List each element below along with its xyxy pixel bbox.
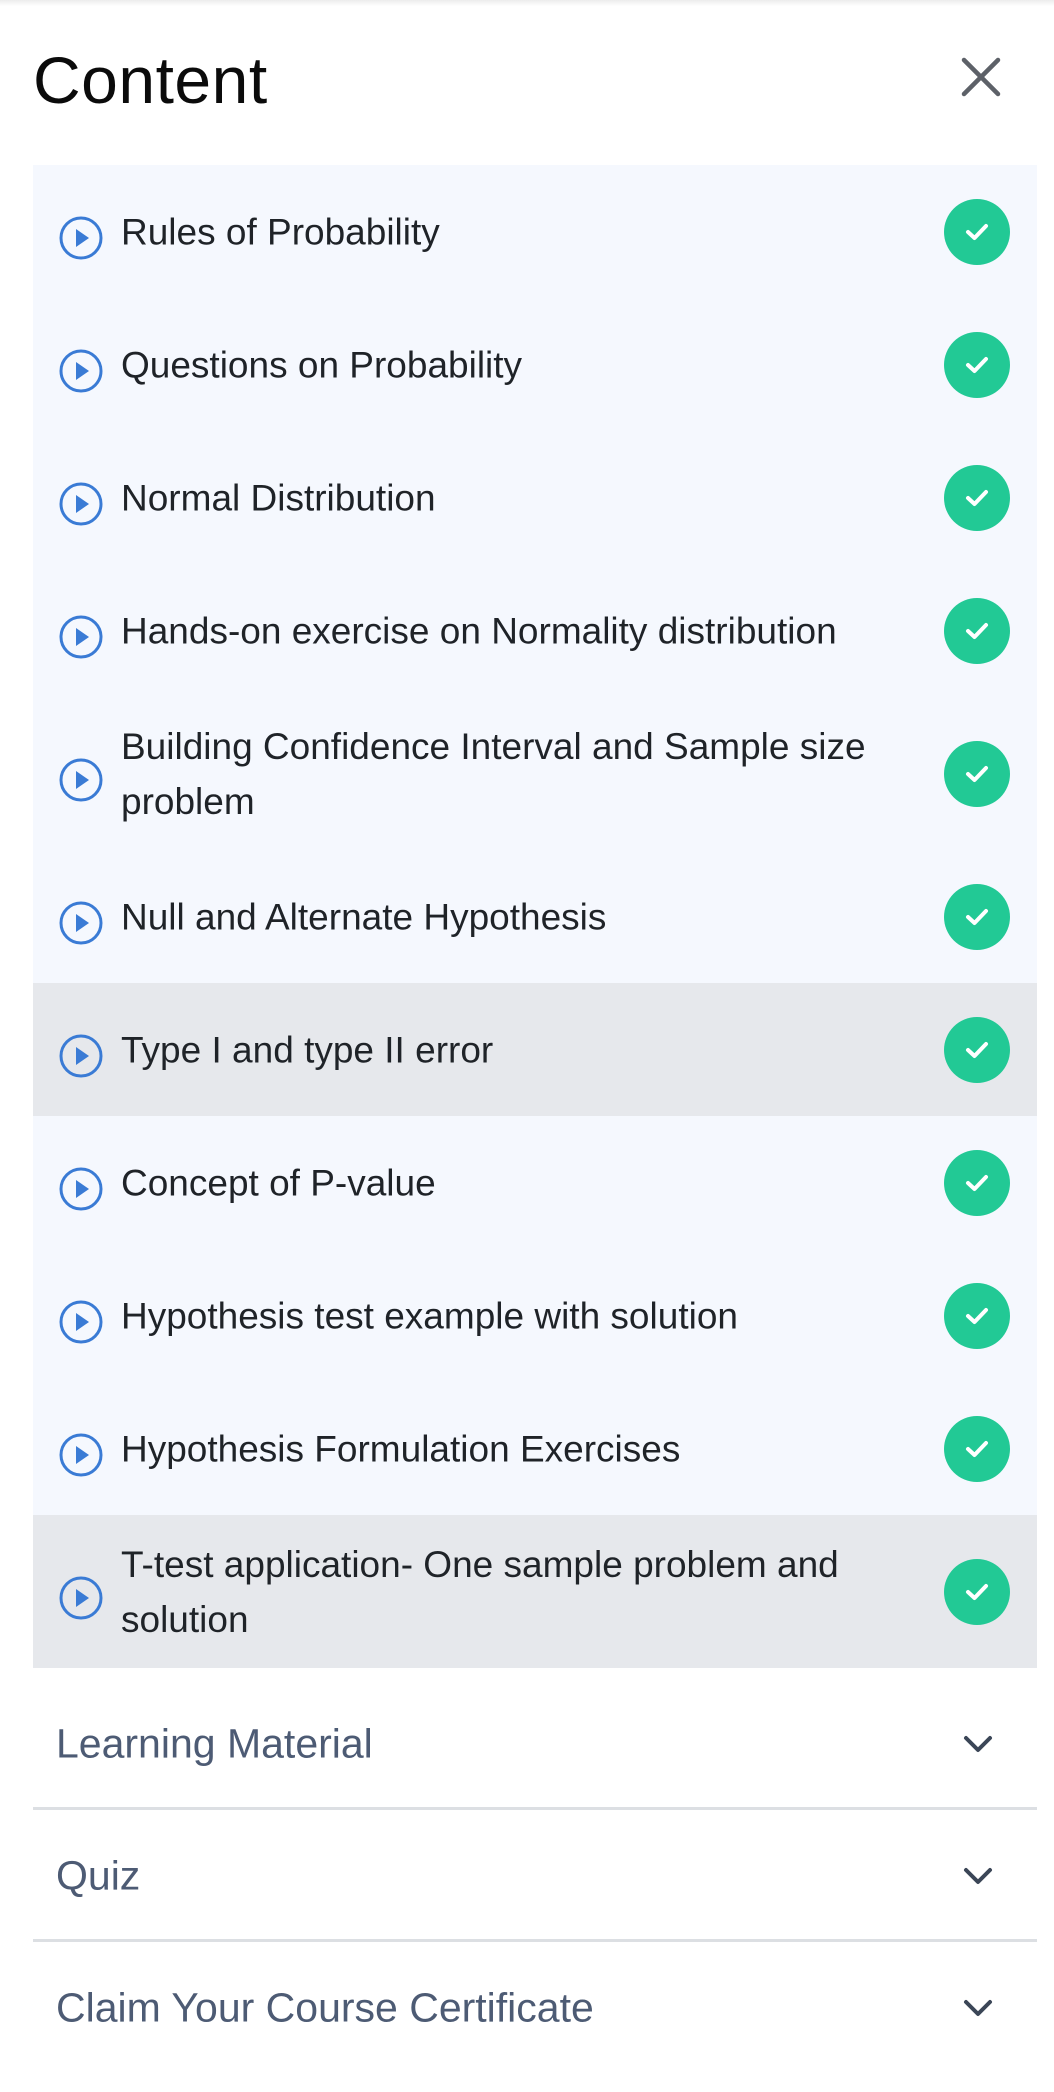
lesson-label: Concept of P-value <box>121 1162 436 1203</box>
lesson-label: Null and Alternate Hypothesis <box>121 896 607 937</box>
play-circle-icon <box>59 1433 103 1476</box>
lesson-label: Hands-on exercise on Normality distribut… <box>121 610 837 651</box>
play-circle-icon <box>59 1576 103 1619</box>
lesson-item[interactable]: Concept of P-value <box>33 1116 1037 1249</box>
lesson-item[interactable]: Normal Distribution <box>33 431 1037 564</box>
play-circle-icon <box>59 349 103 392</box>
check-circle-icon <box>944 1282 1010 1349</box>
lesson-label: T-test application- One sample problem a… <box>121 1543 839 1640</box>
check-circle-icon <box>944 198 1010 265</box>
section-quiz[interactable]: Quiz <box>33 1810 1037 1942</box>
section-label: Quiz <box>56 1852 141 1899</box>
close-button[interactable] <box>950 46 1012 108</box>
close-icon <box>961 57 1001 97</box>
check-circle-icon <box>944 331 1010 398</box>
check-circle-icon <box>944 1016 1010 1083</box>
lesson-item[interactable]: Hypothesis Formulation Exercises <box>33 1382 1037 1515</box>
check-circle-icon <box>944 1558 1010 1625</box>
content-header: Content <box>0 0 1054 165</box>
check-circle-icon <box>944 1149 1010 1216</box>
lesson-label: Type I and type II error <box>121 1029 494 1070</box>
lesson-list: Rules of Probability Questions on Probab… <box>33 165 1037 1668</box>
check-circle-icon <box>944 740 1010 807</box>
section-learning-material[interactable]: Learning Material <box>33 1678 1037 1810</box>
lesson-item[interactable]: T-test application- One sample problem a… <box>33 1515 1037 1668</box>
chevron-down-icon <box>964 2000 992 2016</box>
lesson-item[interactable]: Questions on Probability <box>33 298 1037 431</box>
section-label: Claim Your Course Certificate <box>56 1984 594 2031</box>
lesson-item[interactable]: Rules of Probability <box>33 165 1037 298</box>
chevron-down-icon <box>964 1868 992 1884</box>
play-circle-icon <box>59 1300 103 1343</box>
chevron-down-icon <box>964 1736 992 1752</box>
check-circle-icon <box>944 597 1010 664</box>
lesson-item[interactable]: Hypothesis test example with solution <box>33 1249 1037 1382</box>
lesson-label: Building Confidence Interval and Sample … <box>121 725 866 822</box>
lesson-label: Hypothesis Formulation Exercises <box>121 1428 681 1469</box>
page-title: Content <box>33 43 268 117</box>
play-circle-icon <box>59 901 103 944</box>
section-label: Learning Material <box>56 1720 373 1767</box>
check-circle-icon <box>944 1415 1010 1482</box>
lesson-item[interactable]: Hands-on exercise on Normality distribut… <box>33 564 1037 697</box>
play-circle-icon <box>59 482 103 525</box>
lesson-item[interactable]: Building Confidence Interval and Sample … <box>33 697 1037 850</box>
lesson-item[interactable]: Type I and type II error <box>33 983 1037 1116</box>
lesson-label: Rules of Probability <box>121 211 440 252</box>
play-circle-icon <box>59 216 103 259</box>
play-circle-icon <box>59 1167 103 1210</box>
play-circle-icon <box>59 1034 103 1077</box>
check-circle-icon <box>944 883 1010 950</box>
play-circle-icon <box>59 615 103 658</box>
play-circle-icon <box>59 758 103 801</box>
lesson-label: Questions on Probability <box>121 344 523 385</box>
lesson-label: Hypothesis test example with solution <box>121 1295 738 1336</box>
check-circle-icon <box>944 464 1010 531</box>
section-claim-certificate[interactable]: Claim Your Course Certificate <box>33 1942 1037 2074</box>
lesson-label: Normal Distribution <box>121 477 436 518</box>
lesson-item[interactable]: Null and Alternate Hypothesis <box>33 850 1037 983</box>
